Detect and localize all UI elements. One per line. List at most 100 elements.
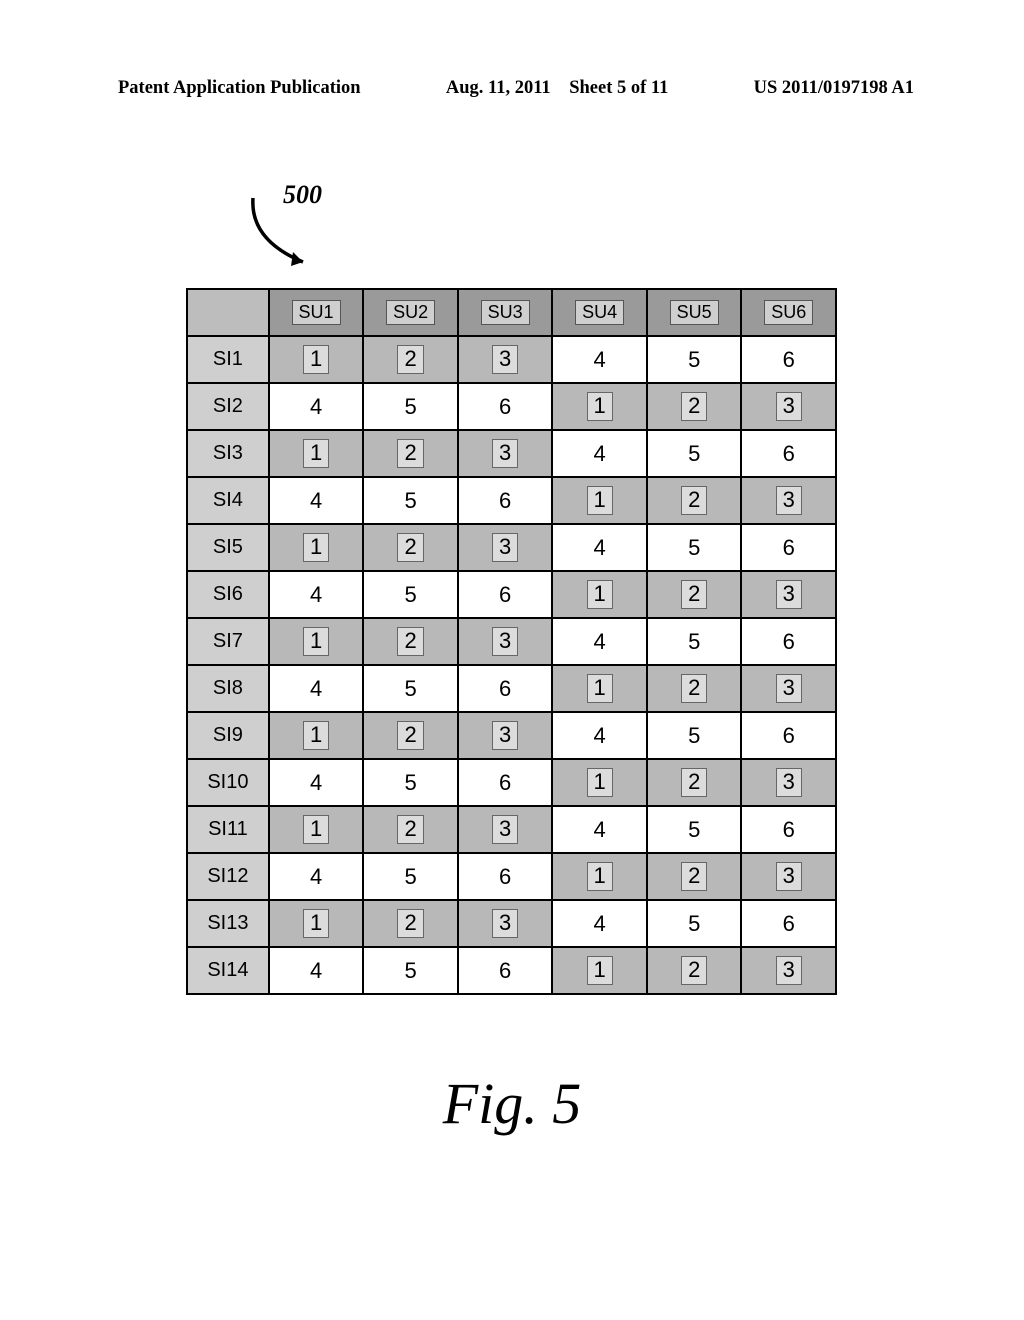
table-cell: 1 [552,947,647,994]
table-cell: 3 [458,430,553,477]
header-right: US 2011/0197198 A1 [754,78,914,99]
table-cell: 5 [363,383,458,430]
row-header: SI2 [187,383,269,430]
row-header: SI7 [187,618,269,665]
table-cell: 1 [269,524,364,571]
table-row: SI1123456 [187,336,836,383]
col-header-su3: SU3 [458,289,553,336]
table-cell: 4 [269,665,364,712]
table-cell: 1 [269,806,364,853]
row-header: SI4 [187,477,269,524]
table-cell: 4 [269,759,364,806]
table-row: SI3123456 [187,430,836,477]
col-header-su6: SU6 [741,289,836,336]
table-cell: 4 [552,712,647,759]
table-cell: 6 [458,947,553,994]
table-cell: 3 [458,336,553,383]
row-header: SI13 [187,900,269,947]
table-cell: 3 [458,618,553,665]
table-cell: 6 [741,806,836,853]
table-cell: 6 [741,336,836,383]
table-row: SI13123456 [187,900,836,947]
row-header: SI10 [187,759,269,806]
table-cell: 1 [269,618,364,665]
table-cell: 3 [741,759,836,806]
table-row: SI5123456 [187,524,836,571]
table-cell: 4 [269,853,364,900]
table-row: SI12456123 [187,853,836,900]
table-cell: 5 [647,524,742,571]
table-cell: 1 [552,759,647,806]
figure-caption: Fig. 5 [0,1070,1024,1137]
table-cell: 1 [552,571,647,618]
table-cell: 3 [741,947,836,994]
table-cell: 1 [269,336,364,383]
table-cell: 4 [269,477,364,524]
table-cell: 2 [647,665,742,712]
table-cell: 4 [552,806,647,853]
table-cell: 3 [741,665,836,712]
allocation-table: SU1 SU2 SU3 SU4 SU5 SU6 SI1123456SI24561… [186,288,837,995]
table-cell: 3 [458,900,553,947]
row-header: SI6 [187,571,269,618]
table-cell: 6 [741,712,836,759]
table-cell: 5 [363,947,458,994]
table-cell: 1 [269,712,364,759]
table-cell: 5 [363,853,458,900]
table-cell: 2 [363,524,458,571]
header-sheet: Sheet 5 of 11 [569,78,668,98]
table-cell: 3 [741,853,836,900]
table-cell: 5 [647,430,742,477]
table-cell: 4 [269,947,364,994]
table-row: SI9123456 [187,712,836,759]
table-cell: 6 [458,477,553,524]
table-cell: 4 [552,618,647,665]
table-cell: 6 [458,853,553,900]
table-cell: 6 [741,524,836,571]
table-cell: 3 [458,524,553,571]
col-header-su2: SU2 [363,289,458,336]
header-date: Aug. 11, 2011 [446,78,551,98]
table-cell: 2 [647,759,742,806]
table-cell: 4 [552,524,647,571]
table-cell: 4 [269,571,364,618]
row-header: SI12 [187,853,269,900]
table-cell: 2 [363,618,458,665]
table-row: SI7123456 [187,618,836,665]
table-cell: 2 [647,383,742,430]
table-cell: 5 [647,336,742,383]
table-cell: 5 [363,759,458,806]
col-header-su1: SU1 [269,289,364,336]
table-cell: 5 [363,477,458,524]
table-cell: 6 [458,759,553,806]
table-cell: 1 [552,665,647,712]
table-cell: 5 [363,665,458,712]
table-cell: 5 [363,571,458,618]
table-corner [187,289,269,336]
table-row: SI8456123 [187,665,836,712]
table-cell: 3 [741,571,836,618]
table-cell: 2 [647,571,742,618]
table-cell: 4 [552,430,647,477]
curved-arrow-icon [245,190,335,275]
header-mid: Aug. 11, 2011 Sheet 5 of 11 [446,78,669,99]
table-row: SI14456123 [187,947,836,994]
row-header: SI8 [187,665,269,712]
table-cell: 6 [458,383,553,430]
table-cell: 1 [269,430,364,477]
table-row: SI10456123 [187,759,836,806]
table-row: SI11123456 [187,806,836,853]
table-row: SI2456123 [187,383,836,430]
table-cell: 1 [552,853,647,900]
table-cell: 1 [552,383,647,430]
table-cell: 4 [269,383,364,430]
table-cell: 1 [552,477,647,524]
page-header: Patent Application Publication Aug. 11, … [0,78,1024,99]
table-cell: 1 [269,900,364,947]
table-cell: 2 [647,947,742,994]
table-cell: 6 [741,900,836,947]
row-header: SI5 [187,524,269,571]
table-cell: 4 [552,336,647,383]
table-cell: 2 [363,806,458,853]
table-cell: 2 [647,477,742,524]
